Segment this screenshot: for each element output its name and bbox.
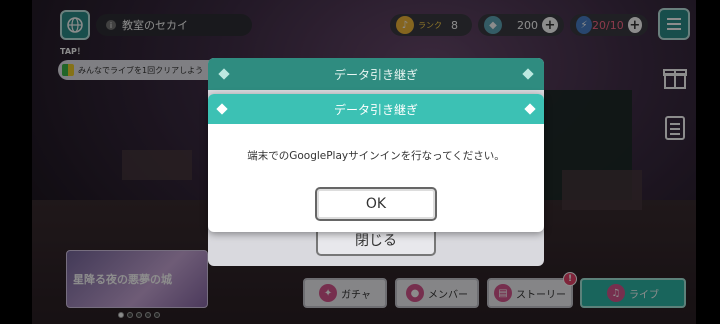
letterbox-right: [696, 0, 720, 324]
diamond-icon: [216, 103, 228, 115]
diamond-icon: [524, 103, 536, 115]
dialog-title: データ引き継ぎ: [333, 102, 418, 117]
dialog-title: データ引き継ぎ: [333, 67, 418, 82]
letterbox-left: [0, 0, 32, 324]
dialog-header: データ引き継ぎ: [208, 58, 544, 90]
signin-prompt-dialog: データ引き継ぎ 端末でのGooglePlayサインインを行なってください。 OK: [208, 94, 544, 232]
dialog-message: 端末でのGooglePlayサインインを行なってください。: [247, 150, 505, 162]
dialog-header: データ引き継ぎ: [208, 94, 544, 124]
diamond-icon: [522, 68, 534, 80]
diamond-icon: [218, 68, 230, 80]
ok-button[interactable]: OK: [315, 187, 437, 221]
